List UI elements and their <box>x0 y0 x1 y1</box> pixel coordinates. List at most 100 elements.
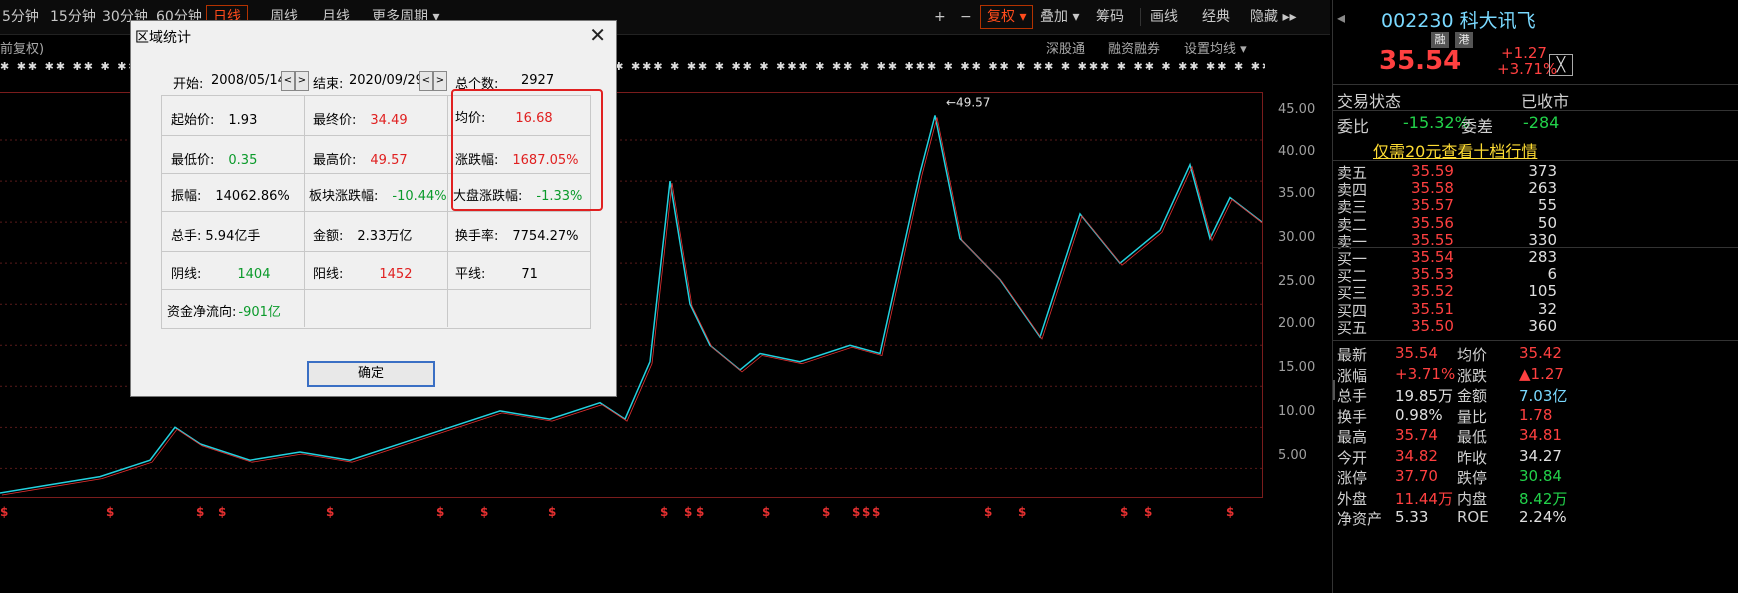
stat-label: 内盘 <box>1457 489 1488 508</box>
panel-splitter[interactable] <box>1333 380 1335 400</box>
stat-value: 19.85万 <box>1395 387 1453 405</box>
trade-status-label: 交易状态 <box>1337 92 1402 111</box>
info-mine-marker[interactable]: $ <box>196 505 204 519</box>
end-price-stat: 最终价: 34.49 <box>313 113 408 128</box>
level-volume: 263 <box>1528 179 1557 198</box>
close-icon[interactable]: ✕ <box>589 23 606 47</box>
adjust-dropdown[interactable]: 复权 ▾ <box>980 5 1034 29</box>
grid-line <box>161 251 591 252</box>
grid-line <box>161 289 591 290</box>
price-axis: 45.00 40.00 35.00 30.00 25.00 20.00 15.00 10.00… <box>1262 92 1330 512</box>
y-tick-label: 20.00 <box>1278 316 1316 331</box>
info-mine-marker[interactable]: $ <box>684 505 692 519</box>
info-mine-marker[interactable]: $ <box>106 505 114 519</box>
info-mine-marker[interactable]: $ <box>852 505 860 519</box>
stat-label: 金额 <box>1457 387 1488 405</box>
info-mine-marker[interactable]: $ <box>0 505 8 519</box>
hide-panel-button[interactable]: 隐藏 ▸▸ <box>1244 6 1303 28</box>
stat-label: 最高 <box>1337 428 1368 446</box>
end-date-value: 2020/09/29 <box>349 73 424 88</box>
stat-value: 35.74 <box>1395 426 1438 444</box>
info-mine-marker[interactable]: $ <box>548 505 556 519</box>
net-fund-flow-stat: 资金净流向: -901亿 <box>167 305 281 320</box>
level-volume: 55 <box>1537 196 1557 215</box>
stat-value: 8.42万 <box>1519 489 1568 508</box>
period-15min[interactable]: 15分钟 <box>44 6 102 28</box>
stat-label: 均价 <box>1457 346 1488 364</box>
info-mine-marker[interactable]: $ <box>480 505 488 519</box>
high-price-stat: 最高价: 49.57 <box>313 153 408 168</box>
start-prev-button[interactable]: < <box>281 71 295 91</box>
stat-value: +3.71% <box>1395 364 1456 383</box>
zoom-out-button[interactable]: − <box>954 6 978 28</box>
draw-line-button[interactable]: 画线 <box>1144 6 1184 28</box>
down-days-stat: 阴线: 1404 <box>171 267 271 282</box>
overlay-dropdown[interactable]: 叠加 ▾ <box>1034 6 1085 28</box>
info-mine-marker[interactable]: $ <box>218 505 226 519</box>
stat-value: 7.03亿 <box>1519 387 1568 405</box>
info-mine-marker[interactable]: $ <box>1120 505 1128 519</box>
info-mine-marker[interactable]: $ <box>822 505 830 519</box>
weicha-value: -284 <box>1523 113 1560 132</box>
info-mine-marker[interactable]: $ <box>762 505 770 519</box>
level-volume: 360 <box>1528 316 1557 335</box>
toolbar-divider <box>1140 8 1141 26</box>
dialog-body: 开始: 2008/05/14 < > 结束: 2020/09/29 < > 总个… <box>131 51 616 396</box>
info-mine-marker[interactable]: $ <box>1226 505 1234 519</box>
panel-collapse-icon[interactable]: ◂ <box>1337 8 1345 27</box>
divider <box>1333 110 1738 111</box>
low-price-stat: 最低价: 0.35 <box>171 153 258 168</box>
stat-label: 今开 <box>1337 448 1368 467</box>
y-tick-label: 35.00 <box>1278 186 1316 201</box>
y-tick-label: 25.00 <box>1278 274 1316 289</box>
weicha-label: 委差 <box>1461 117 1494 136</box>
level-price: 35.56 <box>1411 213 1454 232</box>
info-mine-marker[interactable]: $ <box>326 505 334 519</box>
stat-label: 量比 <box>1457 407 1488 426</box>
weibi-value: -15.32% <box>1403 113 1470 132</box>
stat-label: ROE <box>1457 508 1489 526</box>
y-tick-label: 15.00 <box>1278 360 1316 375</box>
info-mine-marker[interactable]: $ <box>1144 505 1152 519</box>
stat-label: 最低 <box>1457 428 1488 446</box>
end-prev-button[interactable]: < <box>419 71 433 91</box>
end-next-button[interactable]: > <box>433 71 447 91</box>
y-tick-label: 45.00 <box>1278 102 1316 117</box>
info-mine-marker[interactable]: $ <box>660 505 668 519</box>
dialog-title: 区域统计 <box>135 30 191 46</box>
info-mine-marker[interactable]: $ <box>862 505 870 519</box>
info-mine-marker[interactable]: $ <box>872 505 880 519</box>
level2-promo-link[interactable]: 仅需20元查看十档行情 <box>1373 138 1537 162</box>
zoom-in-button[interactable]: + <box>928 6 952 28</box>
shenzhen-connect-link[interactable]: 深股通 <box>1046 38 1085 57</box>
end-date-label: 结束: <box>313 77 344 92</box>
level-label: 买五 <box>1337 318 1368 337</box>
classic-view-button[interactable]: 经典 <box>1196 6 1236 28</box>
close-quote-icon[interactable]: ╳ <box>1549 54 1573 76</box>
level-volume: 32 <box>1537 299 1557 318</box>
y-tick-label: 5.00 <box>1278 448 1307 463</box>
start-next-button[interactable]: > <box>295 71 309 91</box>
stat-label: 涨跌 <box>1457 366 1488 385</box>
info-mine-marker[interactable]: $ <box>696 505 704 519</box>
level-volume: 6 <box>1547 265 1557 284</box>
level-price: 35.51 <box>1411 299 1454 318</box>
amplitude-stat: 振幅: 14062.86% <box>171 189 290 204</box>
chip-distribution-button[interactable]: 筹码 <box>1090 6 1130 28</box>
stat-value: 30.84 <box>1519 467 1562 485</box>
info-mine-marker[interactable]: $ <box>1018 505 1026 519</box>
adjust-mode-label: 前复权) <box>0 42 45 57</box>
level-volume: 283 <box>1528 248 1557 266</box>
info-mine-marker[interactable]: $ <box>436 505 444 519</box>
last-price: 35.54 <box>1379 46 1462 76</box>
ok-button[interactable]: 确定 <box>307 361 435 387</box>
stat-value: 34.27 <box>1519 446 1562 465</box>
margin-trading-link[interactable]: 融资融券 <box>1108 38 1160 57</box>
quote-panel: ◂ 002230 科大讯飞 融 港 35.54 +1.27 +3.71% ╳ 交… <box>1332 0 1738 593</box>
ma-settings-dropdown[interactable]: 设置均线 ▾ <box>1184 38 1247 57</box>
level-volume: 105 <box>1528 282 1557 301</box>
period-5min[interactable]: 5分钟 <box>0 6 45 28</box>
info-mine-marker[interactable]: $ <box>984 505 992 519</box>
total-count-value: 2927 <box>521 73 555 88</box>
highlight-box <box>451 89 603 211</box>
